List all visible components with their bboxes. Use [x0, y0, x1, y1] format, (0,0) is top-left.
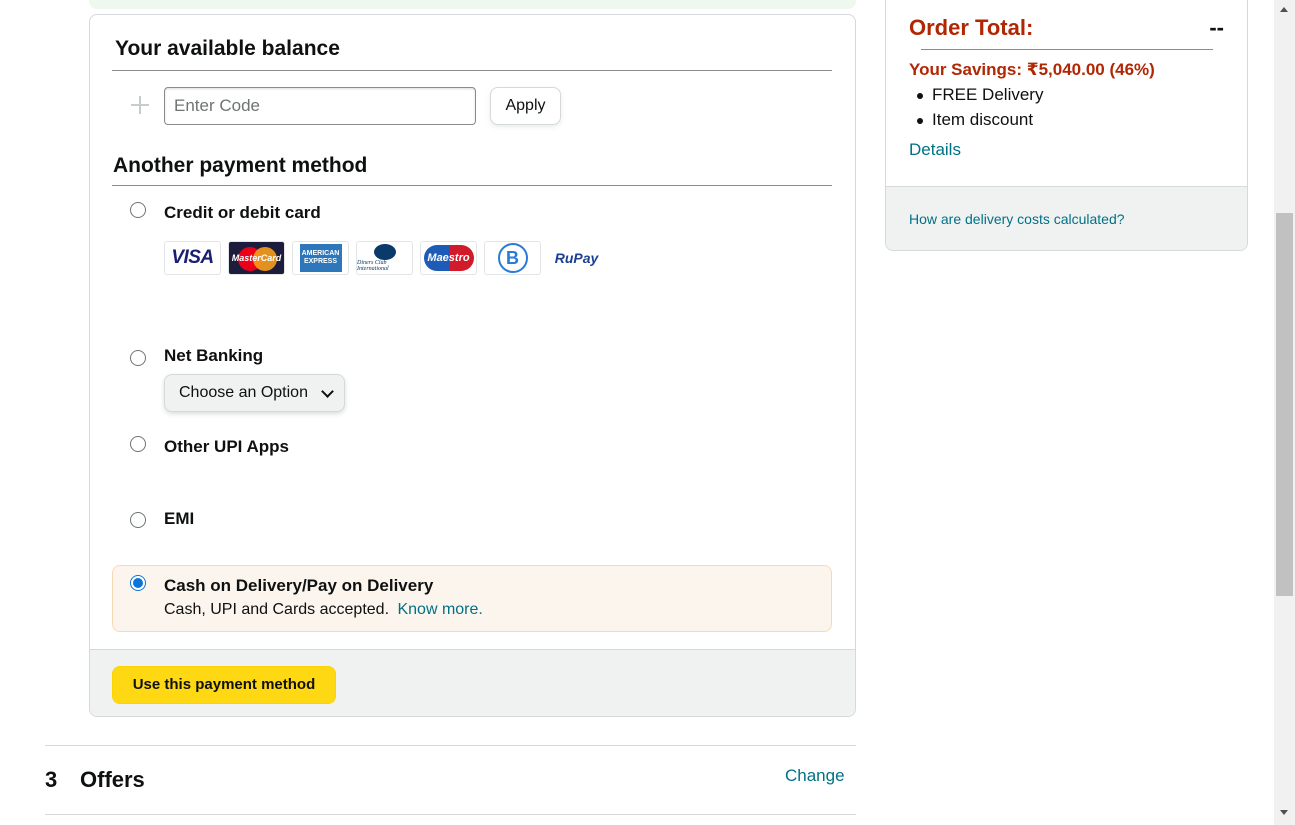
offers-change-link[interactable]: Change [785, 766, 845, 786]
card-logos: VISA MasterCard AMERICAN EXPRESS Diners … [164, 241, 605, 277]
delivery-costs-link[interactable]: How are delivery costs calculated? [909, 211, 1125, 227]
visa-logo-icon: VISA [164, 241, 221, 275]
netbanking-select[interactable]: Choose an Option [164, 374, 345, 412]
diners-logo-icon: Diners Club International [356, 241, 413, 275]
option-emi-label[interactable]: EMI [164, 509, 194, 529]
radio-card[interactable] [130, 202, 146, 218]
balance-title: Your available balance [115, 37, 340, 60]
chevron-down-icon [321, 385, 334, 398]
plus-icon[interactable] [130, 95, 150, 115]
order-summary-panel: Order Total: -- Your Savings: ₹5,040.00 … [885, 0, 1248, 251]
netbanking-select-value: Choose an Option [179, 384, 308, 401]
maestro-logo-icon: Maestro [420, 241, 477, 275]
divider [112, 185, 832, 186]
order-total-label: Order Total: [909, 15, 1034, 40]
apply-button[interactable]: Apply [490, 87, 561, 125]
scroll-thumb[interactable] [1276, 213, 1293, 596]
scrollbar[interactable] [1274, 0, 1295, 825]
divider [112, 70, 832, 71]
radio-netbanking[interactable] [130, 350, 146, 366]
mastercard-logo-icon: MasterCard [228, 241, 285, 275]
option-upi-label[interactable]: Other UPI Apps [164, 437, 289, 457]
offers-title: Offers [80, 767, 145, 792]
divider [45, 814, 856, 815]
payment-footer: Use this payment method [90, 649, 855, 716]
radio-upi[interactable] [130, 436, 146, 452]
radio-emi[interactable] [130, 512, 146, 528]
order-total-value: -- [1209, 15, 1224, 40]
use-payment-method-button[interactable]: Use this payment method [112, 666, 336, 704]
another-method-title: Another payment method [113, 154, 368, 177]
amex-logo-icon: AMERICAN EXPRESS [292, 241, 349, 275]
divider [45, 745, 856, 746]
option-card-label[interactable]: Credit or debit card [164, 203, 321, 223]
top-banner-strip [89, 0, 856, 9]
list-item: Item discount [916, 110, 1043, 135]
bharat-logo-icon: B [484, 241, 541, 275]
option-cod-label[interactable]: Cash on Delivery/Pay on Delivery [164, 576, 433, 596]
summary-footer: How are delivery costs calculated? [886, 186, 1247, 250]
scroll-down-arrow-icon[interactable] [1280, 810, 1288, 815]
savings-text: Your Savings: ₹5,040.00 (46%) [909, 60, 1155, 79]
list-item: FREE Delivery [916, 85, 1043, 110]
details-link[interactable]: Details [909, 140, 961, 160]
radio-cod[interactable] [130, 575, 146, 591]
payment-method-panel: Your available balance Apply Another pay… [89, 14, 856, 717]
scroll-up-arrow-icon[interactable] [1280, 7, 1288, 12]
know-more-link[interactable]: Know more. [397, 601, 482, 618]
savings-list: FREE Delivery Item discount [916, 85, 1043, 135]
cod-option-box[interactable]: Cash on Delivery/Pay on Delivery Cash, U… [112, 565, 832, 632]
divider [921, 49, 1213, 50]
option-netbanking-label[interactable]: Net Banking [164, 346, 263, 366]
cod-subtext: Cash, UPI and Cards accepted. Know more. [164, 601, 483, 618]
rupay-logo-icon: RuPay [548, 241, 605, 275]
gift-code-input[interactable] [164, 87, 476, 125]
offers-step-number: 3 [45, 767, 58, 792]
